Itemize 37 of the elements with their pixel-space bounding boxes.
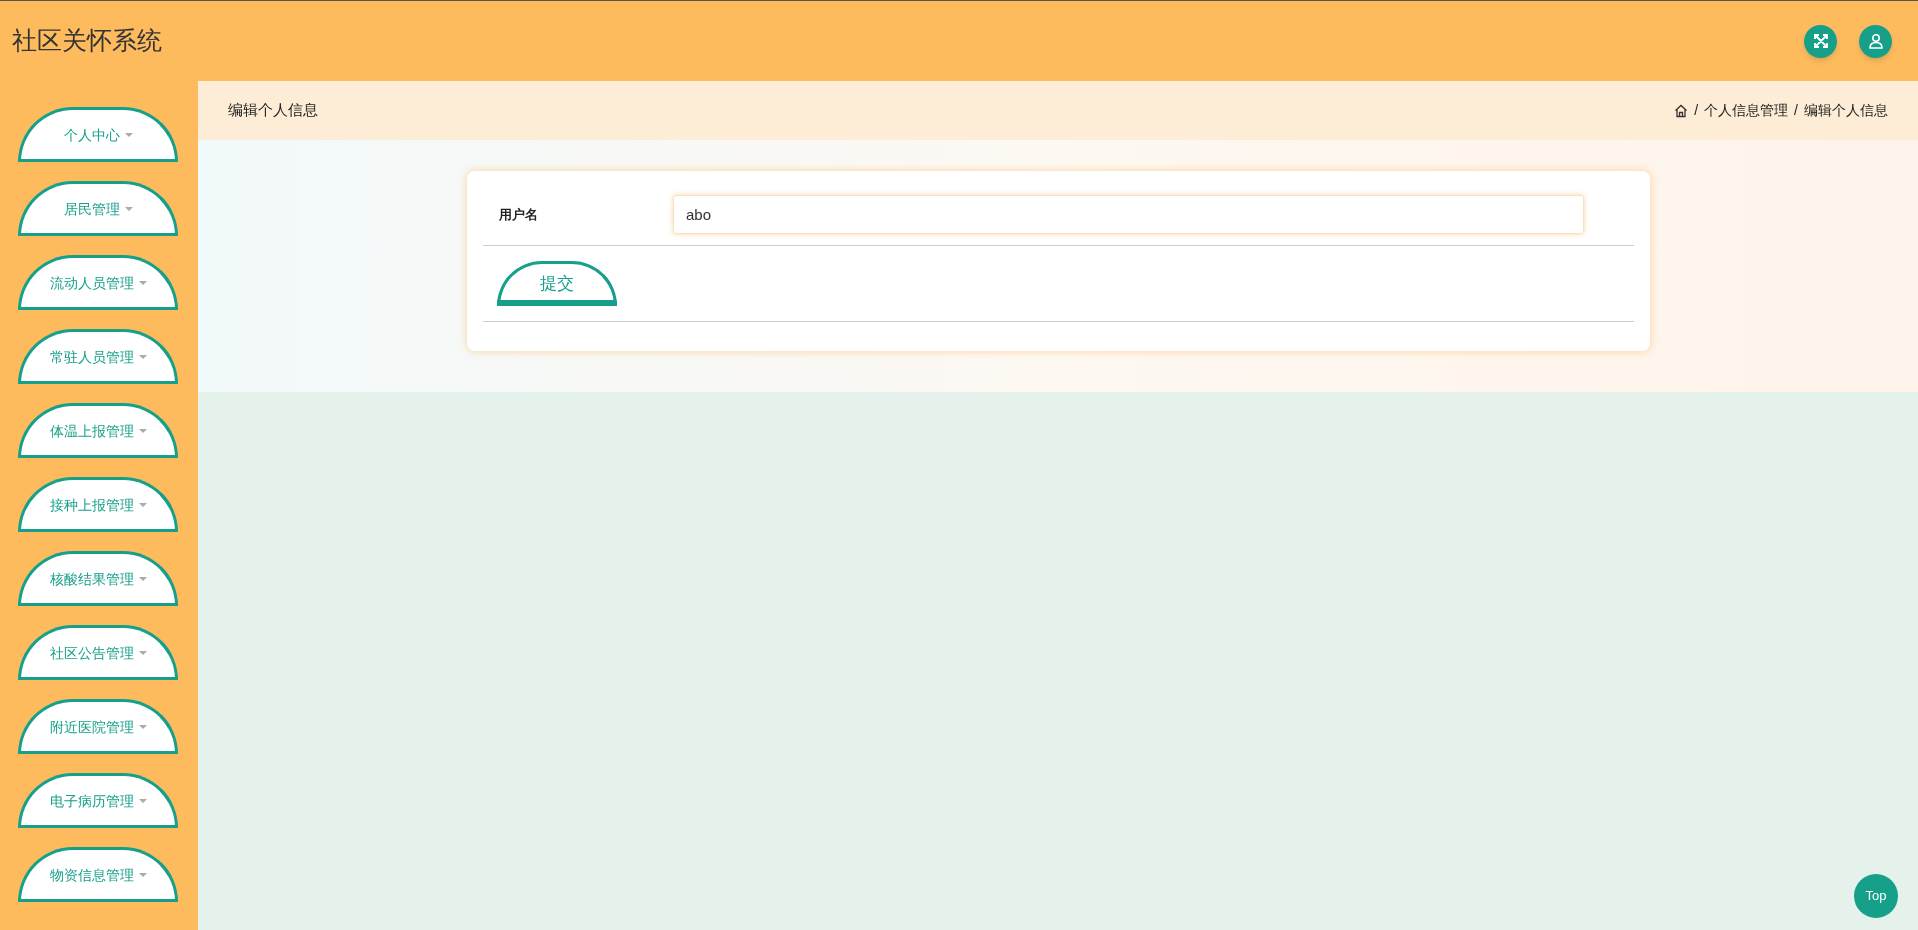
sidebar-menu-button[interactable]: 电子病历管理 <box>18 773 178 828</box>
caret-icon <box>124 133 133 138</box>
caret-icon <box>138 873 147 878</box>
caret-icon <box>138 725 147 730</box>
caret-icon <box>138 355 147 360</box>
sidebar-menu-button[interactable]: 居民管理 <box>18 181 178 236</box>
breadcrumb-item: 编辑个人信息 <box>1804 101 1888 120</box>
user-button[interactable] <box>1859 24 1892 58</box>
home-icon[interactable] <box>1674 103 1689 118</box>
sidebar-menu-button[interactable]: 流动人员管理 <box>18 255 178 310</box>
caret-icon <box>138 577 147 582</box>
username-input[interactable]: abo <box>673 195 1584 234</box>
sidebar-menu-button[interactable]: 附近医院管理 <box>18 699 178 754</box>
submit-button[interactable]: 提交 <box>497 261 617 306</box>
page-title: 编辑个人信息 <box>228 100 318 121</box>
fullscreen-button[interactable] <box>1804 24 1837 58</box>
breadcrumb-item[interactable]: 个人信息管理 <box>1704 100 1789 121</box>
sidebar-menu-button[interactable]: 接种上报管理 <box>18 477 178 532</box>
sidebar-menu-button[interactable]: 物资信息管理 <box>18 847 178 902</box>
caret-icon <box>138 503 147 508</box>
caret-icon <box>124 207 133 212</box>
caret-icon <box>138 281 147 286</box>
user-icon <box>1867 33 1884 49</box>
sidebar-menu-button[interactable]: 个人中心 <box>18 107 178 162</box>
caret-icon <box>138 651 147 656</box>
back-to-top-button[interactable]: Top <box>1854 874 1898 918</box>
caret-icon <box>138 429 147 434</box>
sidebar-menu-button[interactable]: 体温上报管理 <box>18 403 178 458</box>
sidebar-menu-button[interactable]: 核酸结果管理 <box>18 551 178 606</box>
breadcrumb-separator: / <box>1794 101 1798 120</box>
app-title: 社区关怀系统 <box>12 25 162 57</box>
breadcrumb-separator: / <box>1694 101 1699 120</box>
sidebar-menu-button[interactable]: 社区公告管理 <box>18 625 178 680</box>
field-label: 用户名 <box>499 205 539 224</box>
expand-icon <box>1812 33 1829 49</box>
sidebar-menu-button[interactable]: 常驻人员管理 <box>18 329 178 384</box>
caret-icon <box>138 799 147 804</box>
